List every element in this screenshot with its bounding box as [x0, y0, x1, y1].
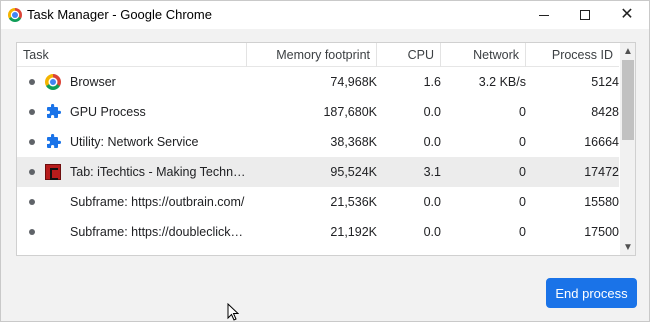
itechtics-favicon-icon — [45, 164, 61, 180]
task-name: Utility: Network Service — [70, 135, 199, 149]
minimize-button[interactable] — [522, 1, 566, 29]
pid-value: 5124 — [591, 75, 619, 89]
task-name: Subframe: https://googlesyndicatio... — [70, 247, 246, 255]
pid-value: 8428 — [591, 105, 619, 119]
task-name: Browser — [70, 75, 116, 89]
table-row-selected[interactable]: Tab: iTechtics - Making Technolog... 95,… — [17, 157, 619, 187]
process-table: Task Memory footprint CPU Network Proces… — [16, 42, 636, 256]
task-name: GPU Process — [70, 105, 146, 119]
vertical-scrollbar[interactable]: ▲ ▼ — [620, 43, 635, 255]
row-bullet — [29, 199, 35, 205]
task-manager-window: Task Manager - Google Chrome ✕ Task Memo… — [0, 0, 650, 322]
chrome-icon — [8, 8, 22, 22]
pid-value: 17500 — [584, 225, 619, 239]
memory-value: 38,368K — [330, 135, 377, 149]
scrollbar-thumb[interactable] — [622, 60, 634, 140]
puzzle-icon — [47, 134, 61, 148]
task-name: Tab: iTechtics - Making Technolog... — [70, 165, 246, 179]
memory-value: 21,192K — [330, 225, 377, 239]
row-bullet — [29, 139, 35, 145]
cpu-value: 0.0 — [377, 247, 441, 255]
pid-value: 17472 — [584, 165, 619, 179]
cpu-value: 0.0 — [423, 195, 441, 209]
scroll-down-arrow-icon[interactable]: ▼ — [620, 239, 635, 255]
memory-value: 21,536K — [330, 195, 377, 209]
table-header: Task Memory footprint CPU Network Proces… — [17, 43, 619, 67]
cpu-value: 3.1 — [423, 165, 441, 179]
table-row[interactable]: Browser 74,968K 1.6 3.2 KB/s 5124 — [17, 67, 619, 97]
cpu-value: 0.0 — [423, 105, 441, 119]
title-bar: Task Manager - Google Chrome ✕ — [1, 1, 649, 29]
network-value: 0 — [441, 247, 526, 255]
column-header-pid[interactable]: Process ID — [526, 43, 619, 67]
task-name: Subframe: https://doubleclick.net/ — [70, 225, 246, 239]
memory-value: 74,968K — [330, 75, 377, 89]
maximize-button[interactable] — [563, 1, 607, 29]
row-bullet — [29, 109, 35, 115]
table-row[interactable]: Subframe: https://doubleclick.net/ 21,19… — [17, 217, 619, 247]
scroll-up-arrow-icon[interactable]: ▲ — [620, 43, 635, 59]
pid-value: 15580 — [584, 195, 619, 209]
minimize-icon — [539, 14, 549, 16]
pid-value: 3144 — [526, 247, 619, 255]
window-title: Task Manager - Google Chrome — [27, 7, 212, 22]
network-value: 3.2 KB/s — [478, 75, 526, 89]
pid-value: 16664 — [584, 135, 619, 149]
memory-value: 42,912K — [247, 247, 377, 255]
puzzle-icon — [47, 104, 61, 118]
end-process-button[interactable]: End process — [546, 278, 637, 308]
close-button[interactable]: ✕ — [605, 1, 649, 29]
cpu-value: 0.0 — [423, 135, 441, 149]
cpu-value: 1.6 — [423, 75, 441, 89]
table-row[interactable]: Subframe: https://googlesyndicatio... 42… — [17, 247, 619, 255]
network-value: 0 — [519, 105, 526, 119]
memory-value: 187,680K — [323, 105, 377, 119]
table-body: Browser 74,968K 1.6 3.2 KB/s 5124 GPU Pr… — [17, 67, 619, 255]
table-row[interactable]: GPU Process 187,680K 0.0 0 8428 — [17, 97, 619, 127]
table-row[interactable]: Subframe: https://outbrain.com/ 21,536K … — [17, 187, 619, 217]
column-header-task[interactable]: Task — [17, 43, 247, 67]
network-value: 0 — [519, 165, 526, 179]
table-row[interactable]: Utility: Network Service 38,368K 0.0 0 1… — [17, 127, 619, 157]
cpu-value: 0.0 — [423, 225, 441, 239]
row-bullet — [29, 169, 35, 175]
column-header-memory[interactable]: Memory footprint — [247, 43, 377, 67]
row-bullet — [29, 79, 35, 85]
row-bullet — [29, 229, 35, 235]
task-name: Subframe: https://outbrain.com/ — [70, 195, 245, 209]
close-icon: ✕ — [620, 6, 634, 23]
network-value: 0 — [519, 135, 526, 149]
network-value: 0 — [519, 195, 526, 209]
memory-value: 95,524K — [330, 165, 377, 179]
column-header-network[interactable]: Network — [441, 43, 526, 67]
maximize-icon — [580, 10, 590, 20]
mouse-cursor-icon — [227, 303, 239, 321]
column-header-cpu[interactable]: CPU — [377, 43, 441, 67]
network-value: 0 — [519, 225, 526, 239]
chrome-icon — [45, 74, 61, 90]
